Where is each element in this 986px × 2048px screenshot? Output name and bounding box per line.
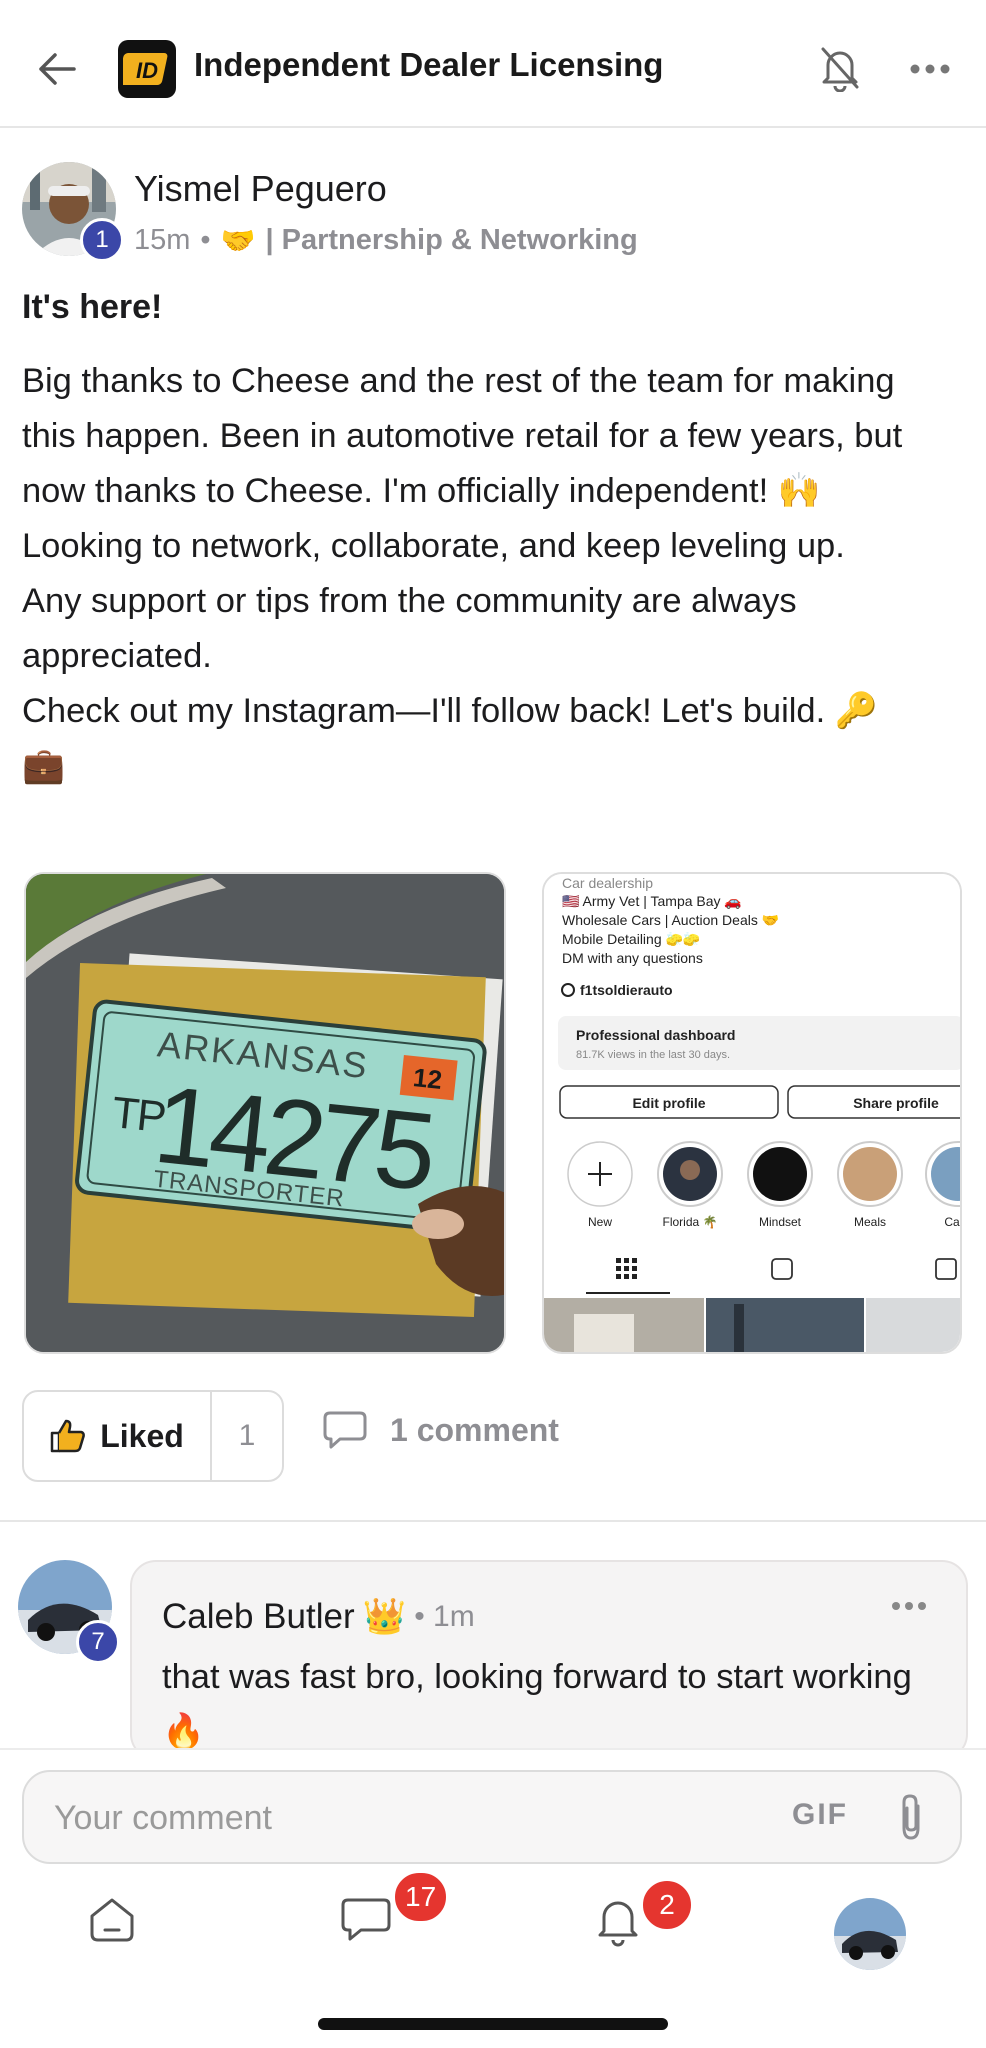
like-button[interactable]: Liked 1 [22,1390,284,1482]
home-icon [90,1898,134,1942]
post-meta: 15m • 🤝 | Partnership & Networking [134,224,638,257]
chat-bubble-icon [341,1898,391,1941]
ig-highlight-label: Florida 🌴 [663,1215,718,1229]
gif-button[interactable]: GIF [792,1798,848,1832]
comment-text: that was fast bro, looking forward to st… [162,1658,912,1751]
post-title: It's here! [22,288,163,326]
post-author-name[interactable]: Yismel Peguero [134,168,387,210]
post-body-line: Looking to network, collaborate, and kee… [22,527,845,565]
comment-time: • 1m [414,1599,475,1633]
ig-highlight-label: New [588,1215,612,1229]
home-indicator [318,2018,668,2030]
community-logo: ID [118,40,176,98]
tab-profile-avatar[interactable] [834,1898,906,1970]
page-title: Independent Dealer Licensing [194,46,664,83]
comment-options-button[interactable] [892,1598,926,1616]
notifications-badge: 2 [640,1878,694,1932]
attach-button[interactable] [894,1792,928,1849]
paperclip-icon [902,1794,920,1840]
post-body-line: appreciated. [22,637,212,675]
comment-icon [323,1411,367,1449]
post-body-line: Big thanks to Cheese and the rest of the… [22,362,895,400]
post-body-line: Any support or tips from the community a… [22,582,797,620]
post-image-license-plate[interactable]: ARKANSAS 12 TP 14275 TRANSPORTER [24,872,506,1354]
liked-label: Liked [100,1417,184,1454]
ig-bio-line: 🇺🇸 Army Vet | Tampa Bay 🚗 [562,893,742,910]
ig-category: Car dealership [562,875,653,891]
crown-emoji: 👑 [362,1597,407,1636]
ig-bio-line: Mobile Detailing 🧽🧽 [562,931,702,947]
tab-home[interactable] [72,1880,152,1960]
author-level-badge: 1 [80,218,124,262]
comments-count-label: 1 comment [390,1411,559,1448]
post-category[interactable]: | Partnership & Networking [265,224,637,257]
ig-bio-line: Wholesale Cars | Auction Deals 🤝 [562,912,779,928]
post-time: 15m [134,224,191,256]
comment-bubble: Caleb Butler 👑 • 1m that was fast bro, l… [130,1560,968,1760]
post-body-line: this happen. Been in automotive retail f… [22,417,903,455]
comments-button[interactable]: 1 comment [322,1410,559,1450]
mute-notifications-button[interactable] [812,40,868,96]
back-button[interactable] [30,42,84,96]
ig-dashboard-title: Professional dashboard [576,1027,735,1043]
category-emoji: 🤝 [220,225,256,256]
ig-highlight-label: Ca [944,1215,960,1229]
chats-badge: 17 [392,1870,450,1924]
arrow-left-icon [39,53,76,85]
meta-separator: • [200,224,211,256]
ig-share-profile: Share profile [853,1095,939,1111]
post-body-line: now thanks to Cheese. I'm officially ind… [22,472,821,510]
comment-input[interactable] [54,1790,754,1846]
bell-slash-icon [821,47,859,92]
section-divider [0,1520,986,1522]
top-app-bar: ID Independent Dealer Licensing [0,0,986,128]
ig-highlight-label: Mindset [759,1215,802,1229]
post-image-instagram-profile[interactable]: Car dealership 🇺🇸 Army Vet | Tampa Bay 🚗… [542,872,962,1354]
ig-bio-line: DM with any questions [562,950,703,966]
thumbs-up-icon [50,1419,86,1453]
commenter-level-badge: 7 [76,1620,120,1664]
ig-dashboard-sub: 81.7K views in the last 30 days. [576,1049,730,1061]
more-options-button[interactable] [900,44,960,94]
ig-edit-profile: Edit profile [632,1095,705,1111]
post-body-line: 💼 [22,747,65,785]
comment-composer[interactable]: GIF [22,1770,962,1864]
ellipsis-icon [892,1602,926,1610]
like-count[interactable]: 1 [212,1419,282,1453]
post-body: Big thanks to Cheese and the rest of the… [22,354,972,794]
ellipsis-icon [910,64,950,74]
ig-highlight-label: Meals [854,1215,886,1229]
bell-icon [598,1901,638,1947]
ig-threads-handle: f1tsoldierauto [580,982,673,998]
post-body-line: Check out my Instagram—I'll follow back!… [22,692,878,730]
logo-text: ID [136,58,158,83]
liked-toggle[interactable]: Liked [24,1392,212,1480]
comment-author-name[interactable]: Caleb Butler [162,1597,355,1637]
comment-header: Caleb Butler 👑 • 1m [162,1596,475,1637]
